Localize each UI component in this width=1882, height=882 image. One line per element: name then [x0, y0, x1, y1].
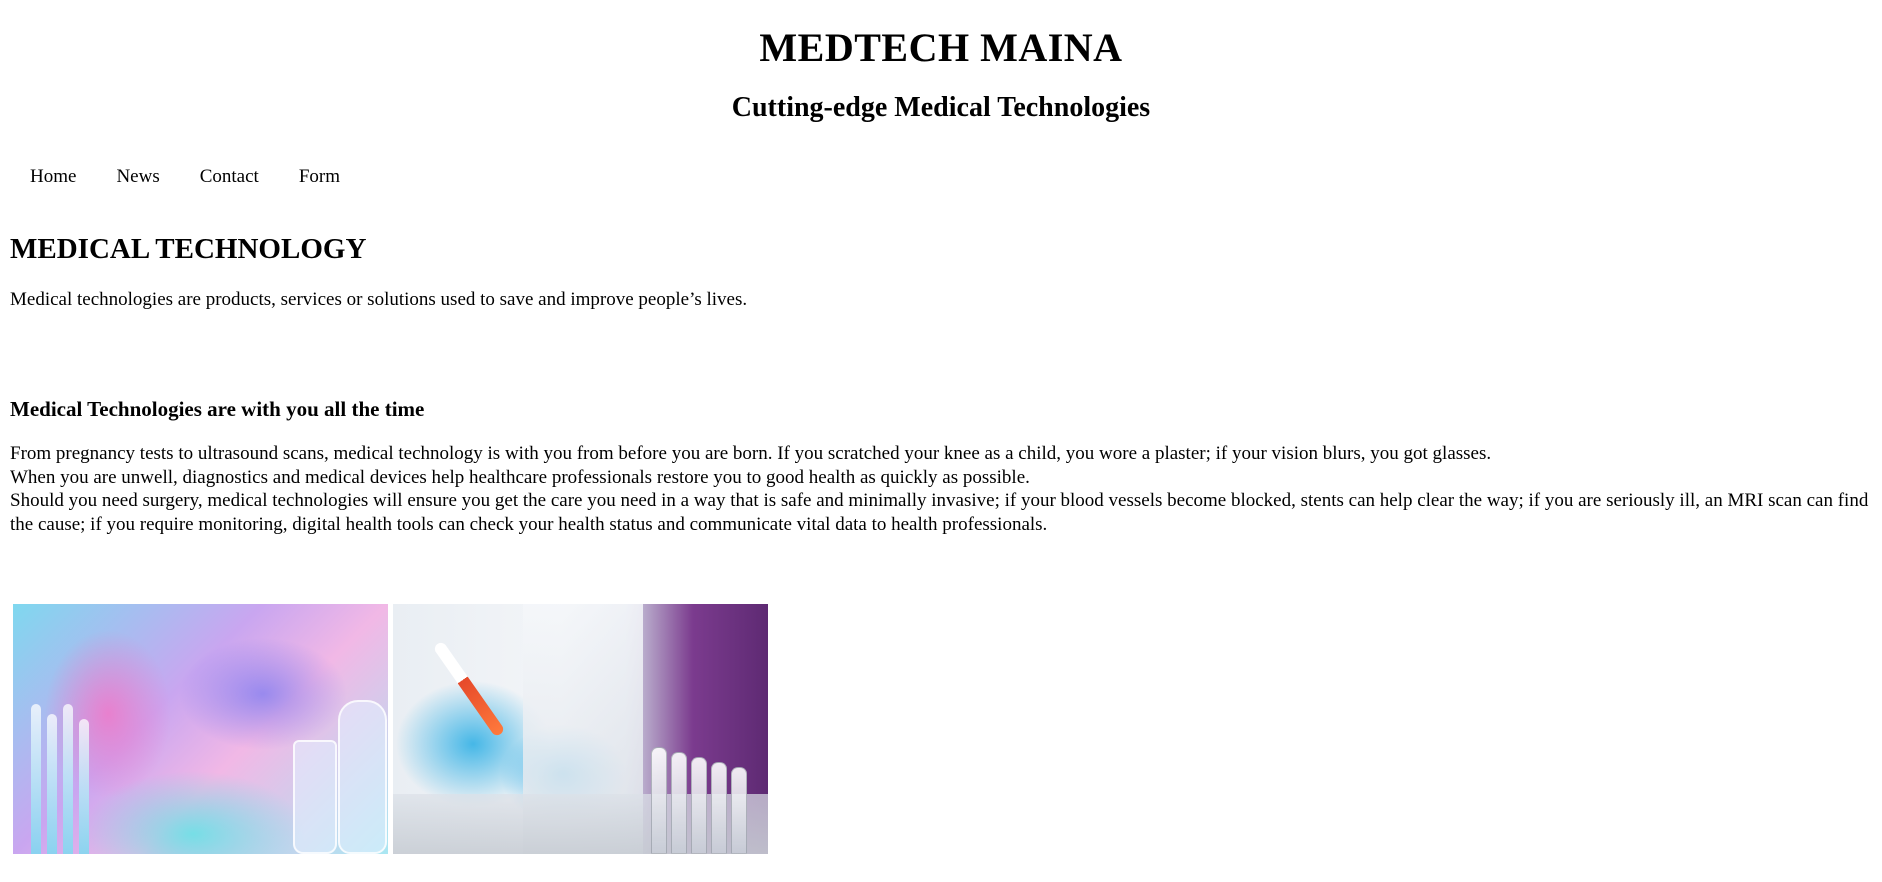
test-tube-shape	[671, 752, 687, 854]
flask-shape	[338, 700, 387, 854]
site-subtitle: Cutting-edge Medical Technologies	[731, 92, 1151, 123]
site-title: MEDTECH MAINA	[759, 25, 1123, 70]
test-tube-shape	[47, 714, 57, 854]
paragraph-line: From pregnancy tests to ultrasound scans…	[10, 443, 1492, 464]
image-gallery	[10, 604, 1870, 854]
flask-shape	[293, 740, 337, 854]
test-tube-shape	[79, 719, 89, 854]
body-paragraph: From pregnancy tests to ultrasound scans…	[10, 442, 1870, 536]
test-tube-shape	[31, 704, 41, 854]
nav-link-form[interactable]: Form	[299, 165, 340, 189]
test-tube-shape	[711, 762, 727, 854]
paragraph-line: When you are unwell, diagnostics and med…	[10, 466, 1030, 488]
nav-link-home[interactable]: Home	[30, 165, 76, 189]
nav-link-contact[interactable]: Contact	[200, 165, 259, 189]
test-tube-shape	[63, 704, 73, 854]
lab-scientist-photo	[13, 604, 388, 854]
intro-text: Medical technologies are products, servi…	[10, 289, 748, 310]
paragraph-line: Should you need surgery, medical technol…	[10, 490, 1869, 535]
main-content: MEDICAL TECHNOLOGY Medical technologies …	[0, 232, 1882, 854]
nav-link-news[interactable]: News	[116, 165, 159, 189]
test-tube-shape	[691, 757, 707, 854]
pipette-shape	[432, 640, 506, 738]
main-nav: Home News Contact Form	[0, 162, 1882, 192]
test-tube-shape	[651, 747, 667, 854]
sub-heading: Medical Technologies are with you all th…	[10, 397, 425, 421]
test-tube-shape	[731, 767, 747, 854]
site-header: MEDTECH MAINA Cutting-edge Medical Techn…	[0, 0, 1882, 124]
section-title: MEDICAL TECHNOLOGY	[10, 233, 367, 265]
gloved-hands-photo	[393, 604, 768, 854]
